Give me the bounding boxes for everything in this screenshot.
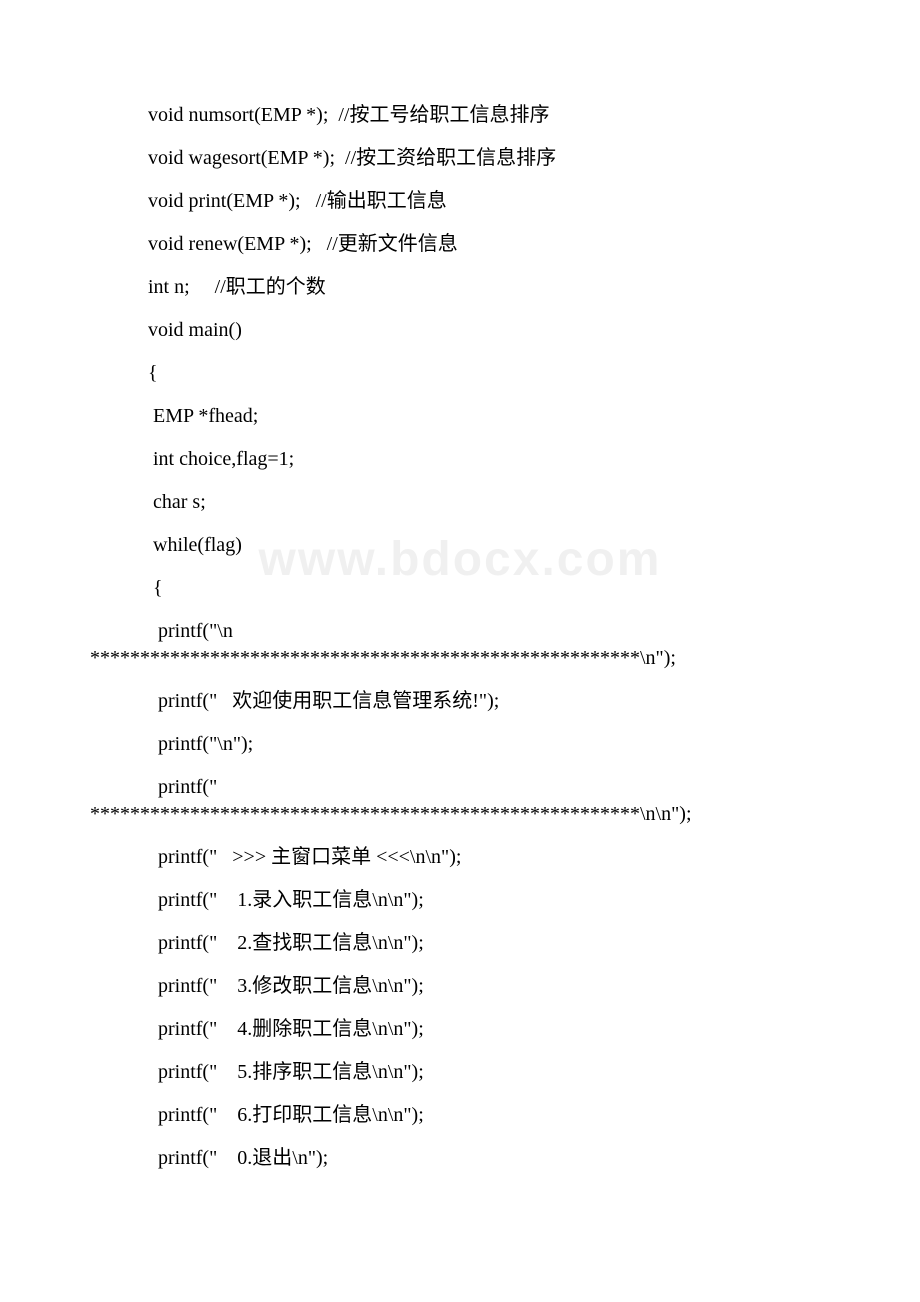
code-line: EMP *fhead; xyxy=(0,406,920,427)
code-line: void renew(EMP *); //更新文件信息 xyxy=(0,234,920,255)
code-line: while(flag) xyxy=(0,535,920,556)
code-line: int n; //职工的个数 xyxy=(0,277,920,298)
code-line: void print(EMP *); //输出职工信息 xyxy=(0,191,920,212)
code-line: void numsort(EMP *); //按工号给职工信息排序 xyxy=(0,105,920,126)
code-line: ****************************************… xyxy=(0,648,920,669)
code-line: printf(" 5.排序职工信息\n\n"); xyxy=(0,1062,920,1083)
code-line: printf(" 0.退出\n"); xyxy=(0,1148,920,1169)
code-line: printf(" 3.修改职工信息\n\n"); xyxy=(0,976,920,997)
code-line: { xyxy=(0,578,920,599)
code-line: printf(" xyxy=(0,777,920,798)
code-line: printf(" >>> 主窗口菜单 <<<\n\n"); xyxy=(0,847,920,868)
code-line: printf(" 4.删除职工信息\n\n"); xyxy=(0,1019,920,1040)
code-line: void wagesort(EMP *); //按工资给职工信息排序 xyxy=(0,148,920,169)
code-line: printf(" 2.查找职工信息\n\n"); xyxy=(0,933,920,954)
code-line: printf("\n xyxy=(0,621,920,642)
code-line: { xyxy=(0,363,920,384)
code-line: printf("\n"); xyxy=(0,734,920,755)
code-line: char s; xyxy=(0,492,920,513)
code-line: int choice,flag=1; xyxy=(0,449,920,470)
code-line: printf(" 6.打印职工信息\n\n"); xyxy=(0,1105,920,1126)
code-content: void numsort(EMP *); //按工号给职工信息排序 void w… xyxy=(0,105,920,1169)
code-line: printf(" 1.录入职工信息\n\n"); xyxy=(0,890,920,911)
code-line: void main() xyxy=(0,320,920,341)
code-line: printf(" 欢迎使用职工信息管理系统!"); xyxy=(0,691,920,712)
code-line: ****************************************… xyxy=(0,804,920,825)
